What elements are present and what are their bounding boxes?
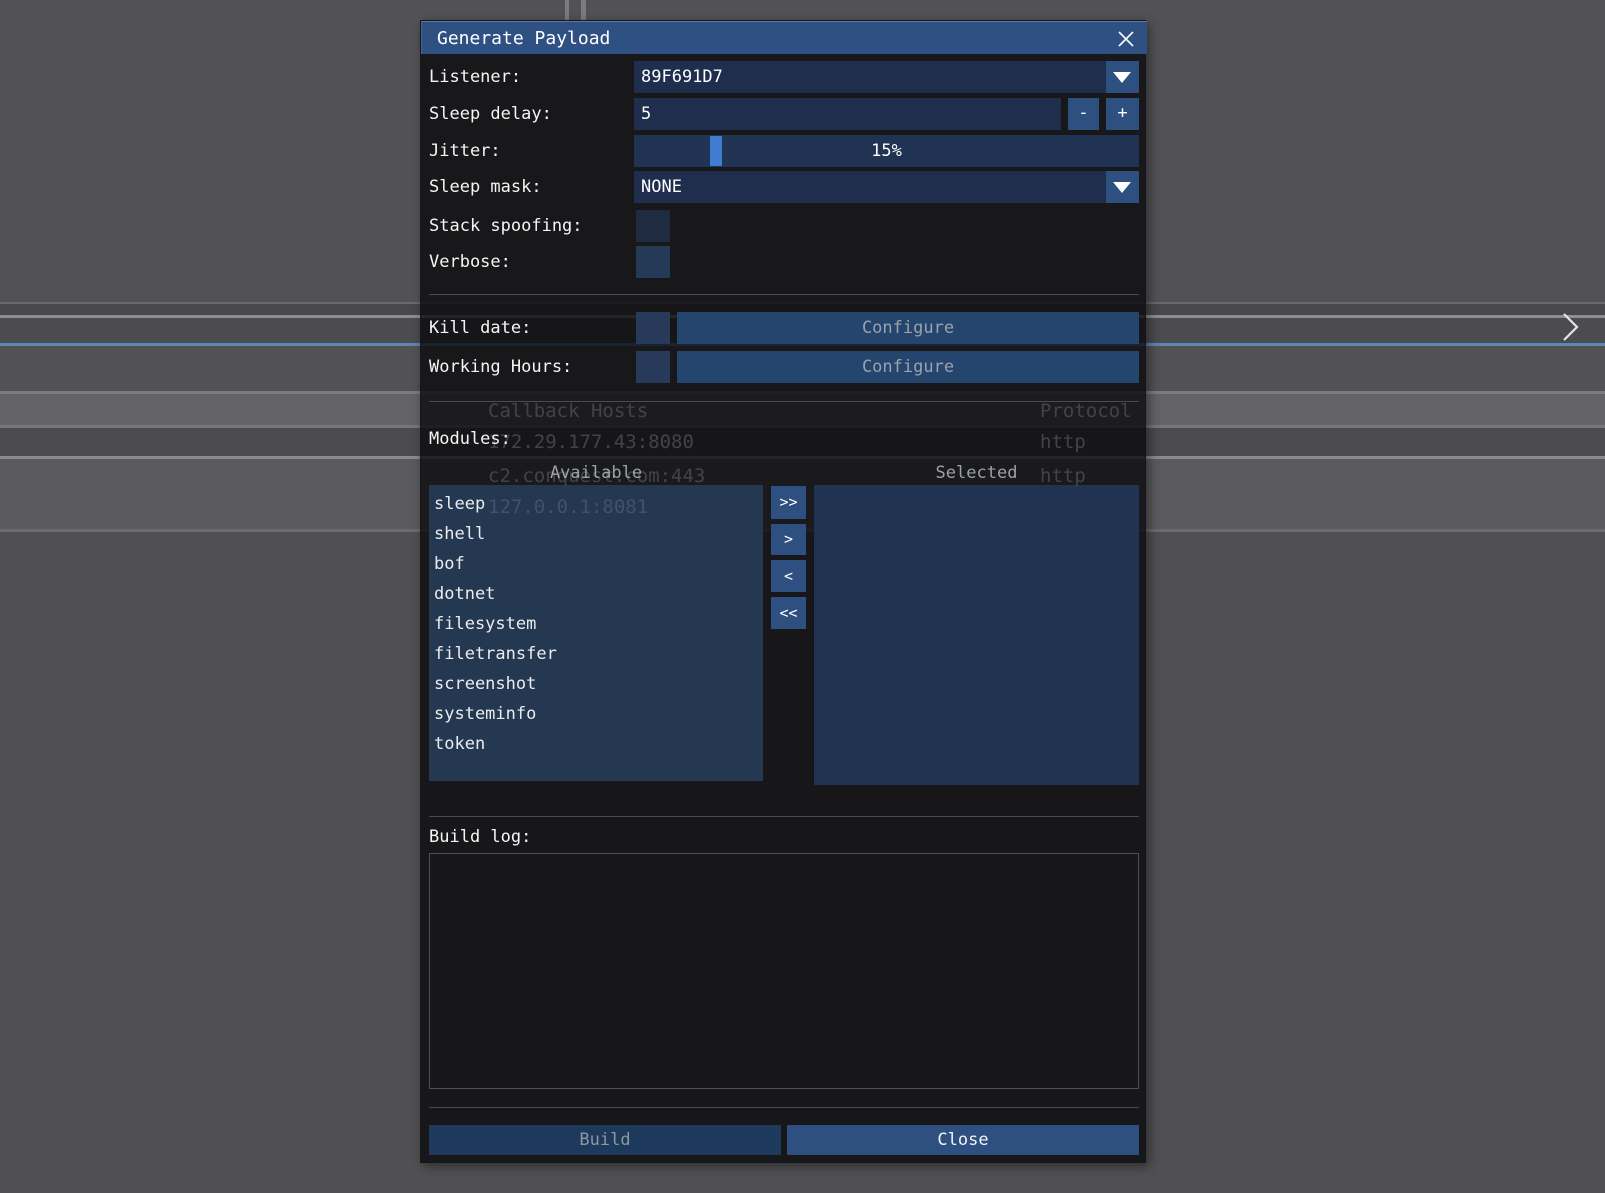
kill-date-checkbox[interactable] — [636, 312, 670, 344]
sleep-delay-input[interactable]: 5 — [634, 98, 1061, 130]
selected-header: Selected — [814, 463, 1139, 483]
bg-splitter-line — [581, 0, 586, 21]
separator — [429, 401, 1139, 402]
working-hours-configure-button[interactable]: Configure — [677, 351, 1139, 383]
kill-date-configure-button[interactable]: Configure — [677, 312, 1139, 344]
module-item[interactable]: shell — [429, 519, 763, 549]
module-item[interactable]: token — [429, 729, 763, 759]
build-log-textarea[interactable] — [429, 853, 1139, 1089]
sleep-delay-increment-button[interactable]: + — [1106, 98, 1139, 130]
modules-label: Modules: — [429, 423, 511, 455]
separator — [429, 1107, 1139, 1108]
working-hours-label: Working Hours: — [429, 351, 572, 383]
module-item[interactable]: bof — [429, 549, 763, 579]
verbose-checkbox[interactable] — [636, 246, 670, 278]
separator — [429, 816, 1139, 817]
working-hours-checkbox[interactable] — [636, 351, 670, 383]
listener-dropdown-button[interactable] — [1106, 61, 1139, 93]
sleep-mask-label: Sleep mask: — [429, 171, 542, 203]
module-item[interactable]: sleep — [429, 489, 763, 519]
remove-all-modules-button[interactable]: << — [771, 597, 806, 629]
chevron-down-icon — [1113, 182, 1131, 193]
screen: Callback Hosts Protocol 172.29.177.43:80… — [0, 0, 1605, 1193]
jitter-value: 15% — [634, 135, 1139, 167]
remove-module-button[interactable]: < — [771, 560, 806, 592]
module-item[interactable]: filetransfer — [429, 639, 763, 669]
kill-date-label: Kill date: — [429, 312, 531, 344]
add-module-button[interactable]: > — [771, 524, 806, 555]
add-all-modules-button[interactable]: >> — [771, 486, 806, 519]
stack-spoofing-checkbox[interactable] — [636, 210, 670, 242]
scroll-right-chevron-icon[interactable] — [1561, 312, 1581, 342]
close-icon[interactable] — [1116, 29, 1136, 49]
jitter-slider[interactable]: 15% — [634, 135, 1139, 167]
bg-splitter-line — [565, 0, 569, 21]
listener-combobox[interactable]: 89F691D7 — [634, 61, 1139, 93]
dialog-title: Generate Payload — [437, 22, 610, 55]
close-button[interactable]: Close — [787, 1125, 1139, 1155]
dialog-titlebar[interactable]: Generate Payload — [421, 21, 1147, 54]
verbose-label: Verbose: — [429, 246, 511, 278]
sleep-delay-label: Sleep delay: — [429, 98, 552, 130]
sleep-mask-dropdown-button[interactable] — [1106, 171, 1139, 203]
module-item[interactable]: screenshot — [429, 669, 763, 699]
selected-modules-list[interactable] — [814, 485, 1139, 785]
module-item[interactable]: systeminfo — [429, 699, 763, 729]
generate-payload-dialog: Generate Payload Listener: 89F691D7 Slee… — [420, 20, 1146, 1163]
sleep-mask-combobox[interactable]: NONE — [634, 171, 1139, 203]
separator — [429, 294, 1139, 295]
build-log-label: Build log: — [429, 821, 531, 853]
available-header: Available — [429, 463, 763, 483]
chevron-down-icon — [1113, 72, 1131, 83]
stack-spoofing-label: Stack spoofing: — [429, 210, 583, 242]
listener-label: Listener: — [429, 61, 521, 93]
sleep-delay-decrement-button[interactable]: - — [1068, 98, 1099, 130]
build-button[interactable]: Build — [429, 1125, 781, 1155]
module-item[interactable]: dotnet — [429, 579, 763, 609]
available-modules-list[interactable]: sleep shell bof dotnet filesystem filetr… — [429, 485, 763, 781]
jitter-label: Jitter: — [429, 135, 501, 167]
module-item[interactable]: filesystem — [429, 609, 763, 639]
